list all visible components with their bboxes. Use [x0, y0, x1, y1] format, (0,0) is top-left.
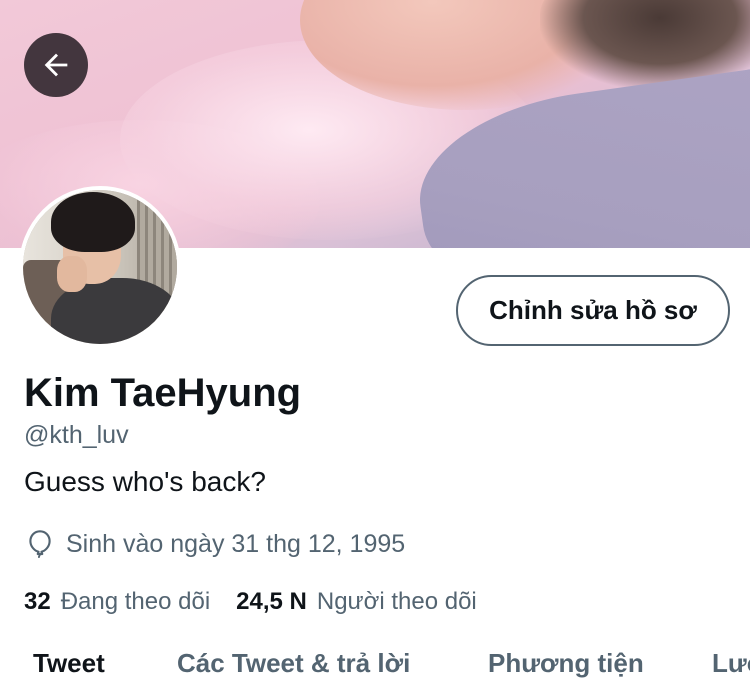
following-link[interactable]: 32 Đang theo dõi [24, 588, 210, 616]
tab-media[interactable]: Phương tiện [488, 648, 644, 679]
tab-tweets[interactable]: Tweet [33, 648, 105, 679]
bio: Guess who's back? [24, 466, 266, 497]
following-count: 32 [24, 588, 51, 615]
back-button[interactable] [24, 33, 88, 97]
tab-tweets-replies[interactable]: Các Tweet & trả lời [177, 648, 410, 679]
follow-stats: 32 Đang theo dõi 24,5 N Người theo dõi [24, 588, 503, 616]
followers-count: 24,5 N [236, 588, 307, 615]
birthday-text: Sinh vào ngày 31 thg 12, 1995 [66, 529, 406, 558]
tab-likes[interactable]: Lượt thích [712, 648, 750, 679]
arrow-left-icon [44, 53, 68, 77]
followers-label: Người theo dõi [316, 588, 477, 615]
birthday-row: Sinh vào ngày 31 thg 12, 1995 [24, 528, 405, 560]
edit-profile-button[interactable]: Chỉnh sửa hồ sơ [456, 275, 730, 346]
user-handle: @kth_luv [24, 421, 129, 449]
balloon-icon [29, 530, 51, 558]
avatar[interactable] [19, 186, 181, 348]
followers-link[interactable]: 24,5 N Người theo dõi [236, 588, 477, 616]
following-label: Đang theo dõi [60, 588, 211, 615]
display-name: Kim TaeHyung [24, 371, 302, 415]
profile-tabs: Tweet Các Tweet & trả lời Phương tiện Lư… [0, 640, 750, 697]
